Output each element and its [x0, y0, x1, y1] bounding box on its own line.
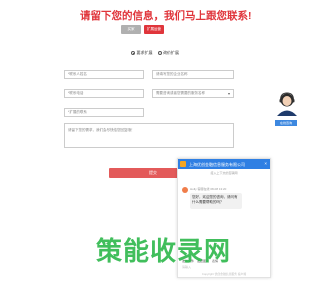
wechat-input[interactable]: *扩展的联系 — [64, 108, 144, 117]
message-bubble: 您好，欢迎您的咨询，请问有什么需要帮助的吗？ — [190, 193, 242, 209]
radio-group: 要求扩展 询价扩展 — [131, 50, 179, 56]
radio-label-2: 询价扩展 — [163, 50, 179, 55]
customer-service-avatar[interactable] — [275, 90, 299, 116]
watermark: 策能收录网 — [96, 236, 232, 266]
name-input[interactable]: *联系人姓名 — [64, 70, 144, 79]
tab-expand[interactable]: 扩展运营 — [144, 25, 164, 34]
company-logo-icon — [180, 161, 186, 167]
message-meta: Holly 客服在线 08-08 13:20 — [190, 187, 227, 191]
radio-option-1[interactable]: 要求扩展 — [131, 50, 153, 56]
agent-avatar-icon — [182, 187, 188, 193]
agent-icon — [277, 92, 297, 116]
service-select[interactable]: 需要咨询或者您需要的服务名称 ▾ — [152, 89, 234, 98]
radio-option-2[interactable]: 询价扩展 — [157, 50, 179, 56]
tab-buyer[interactable]: 买家 — [121, 25, 141, 34]
online-consult-button[interactable]: 在线咨询 — [275, 120, 297, 126]
company-input[interactable]: 请填写您的企业名称 — [152, 70, 234, 79]
chevron-down-icon: ▾ — [227, 91, 230, 96]
message-textarea[interactable]: 请留下您的需求，我们会尽快给您回复哦！ — [64, 123, 234, 148]
phone-input[interactable]: *联系电话 — [64, 89, 144, 98]
chat-header: 上海优创金融信息服务有限公司 × — [178, 159, 270, 169]
radio-dot-selected[interactable] — [131, 51, 135, 55]
chat-footer: Copyright 优创金融信息服务 客户端 — [201, 272, 247, 276]
chat-title: 上海优创金融信息服务有限公司 — [189, 161, 245, 167]
service-select-value: 需要咨询或者您需要的服务名称 — [156, 91, 205, 95]
page-title: 请留下您的信息，我们马上跟您联系! — [80, 10, 252, 22]
chat-subtitle: 接入上下文的互联网 — [210, 171, 238, 175]
radio-dot[interactable] — [157, 51, 162, 55]
radio-label-1: 要求扩展 — [136, 50, 153, 55]
close-icon[interactable]: × — [264, 161, 267, 166]
